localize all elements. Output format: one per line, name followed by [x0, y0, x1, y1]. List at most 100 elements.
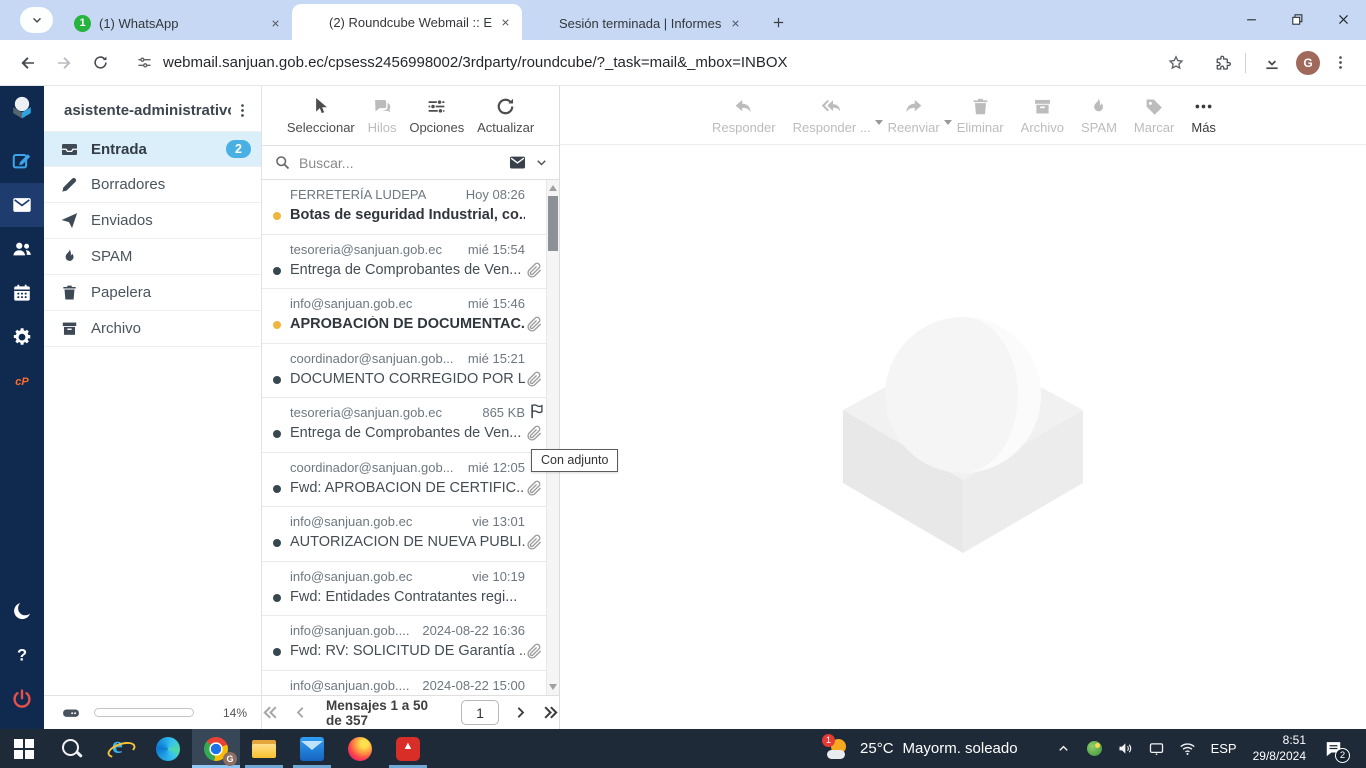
gear[interactable]	[0, 315, 44, 359]
page-number-input[interactable]	[461, 700, 499, 725]
clock[interactable]: 8:51 29/8/2024	[1248, 733, 1311, 764]
tab-close-icon[interactable]	[496, 13, 514, 31]
message-row[interactable]: info@sanjuan.gob.... 2024-08-22 15:00	[262, 671, 559, 696]
extensions-icon[interactable]	[1207, 47, 1239, 79]
firefox[interactable]	[336, 729, 384, 768]
search-scope-icon[interactable]	[508, 153, 527, 172]
cursor[interactable]: Seleccionar	[287, 96, 355, 135]
edge[interactable]	[144, 729, 192, 768]
scroll-down-icon[interactable]	[549, 684, 557, 690]
chrome[interactable]	[192, 729, 240, 768]
downloads-icon[interactable]	[1256, 47, 1288, 79]
list-scrollbar[interactable]	[546, 180, 559, 695]
forward[interactable]: Reenviar	[888, 96, 952, 135]
file-explorer[interactable]	[240, 729, 288, 768]
dropdown-caret-icon[interactable]	[943, 119, 952, 125]
folder-options-icon[interactable]	[231, 102, 253, 119]
reply-all[interactable]: Responder ...	[793, 96, 883, 135]
scrollbar-thumb[interactable]	[548, 196, 558, 251]
message-row[interactable]: info@sanjuan.gob.ec vie 13:01 AUTORIZACI…	[262, 507, 559, 562]
folder-item[interactable]: Entrada 2	[44, 131, 261, 167]
display-tray-icon[interactable]	[1145, 735, 1169, 763]
threads[interactable]: Hilos	[368, 96, 397, 135]
back-button[interactable]	[12, 47, 44, 79]
tab-search-button[interactable]	[20, 7, 53, 33]
volume-icon[interactable]	[1114, 735, 1138, 763]
mail[interactable]	[288, 729, 336, 768]
url-text[interactable]: webmail.sanjuan.gob.ec/cpsess2456998002/…	[163, 54, 1167, 71]
people[interactable]	[0, 227, 44, 271]
scroll-up-icon[interactable]	[549, 185, 557, 191]
start[interactable]	[0, 729, 48, 768]
trash[interactable]: Eliminar	[957, 96, 1004, 135]
message-row[interactable]: coordinador@sanjuan.gob... mié 15:21 DOC…	[262, 344, 559, 398]
antivirus-tray-icon[interactable]	[1083, 735, 1107, 763]
message-row[interactable]: info@sanjuan.gob.ec vie 10:19 Fwd: Entid…	[262, 562, 559, 616]
refresh[interactable]: Actualizar	[477, 96, 534, 135]
new-tab-button[interactable]	[764, 8, 792, 36]
folder-label: SPAM	[91, 248, 133, 265]
profile-avatar[interactable]: G	[1296, 50, 1320, 75]
message-date: mié 12:05	[467, 459, 525, 475]
message-row[interactable]: coordinador@sanjuan.gob... mié 12:05 Fwd…	[262, 453, 559, 507]
browser-tab[interactable]: 1 (1) WhatsApp	[62, 6, 292, 40]
forward-button[interactable]	[48, 47, 80, 79]
acrobat[interactable]	[384, 729, 432, 768]
tab-favicon-badge: 1	[79, 16, 86, 29]
internet-explorer[interactable]	[96, 729, 144, 768]
roundcube-logo-icon[interactable]	[9, 95, 35, 121]
calendar[interactable]	[0, 271, 44, 315]
folder-item[interactable]: Archivo	[44, 311, 261, 347]
message-row[interactable]: info@sanjuan.gob.... 2024-08-22 16:36 Fw…	[262, 616, 559, 671]
reply[interactable]: Responder	[712, 96, 776, 135]
compose[interactable]	[0, 139, 44, 183]
folder-item[interactable]: SPAM	[44, 239, 261, 275]
restore-button[interactable]	[1274, 0, 1320, 38]
search-input[interactable]	[299, 154, 508, 171]
list-toolbar: Seleccionar Hilos Opciones Actualizar	[262, 86, 559, 145]
message-row[interactable]: tesoreria@sanjuan.gob.ec 865 KB Entrega …	[262, 398, 559, 453]
browser-tab[interactable]: Sesión terminada | Informes Me	[522, 6, 752, 40]
folder-item[interactable]: Enviados	[44, 203, 261, 239]
language-indicator[interactable]: ESP	[1207, 741, 1241, 756]
tag[interactable]: Marcar	[1134, 96, 1174, 135]
sliders[interactable]: Opciones	[409, 96, 464, 135]
site-settings-icon[interactable]	[136, 54, 153, 71]
previous-page-button[interactable]	[293, 705, 308, 720]
power[interactable]	[0, 677, 44, 721]
message-row[interactable]: tesoreria@sanjuan.gob.ec mié 15:54 Entre…	[262, 235, 559, 289]
bookmark-star-icon[interactable]	[1167, 54, 1185, 72]
wifi-icon[interactable]	[1176, 735, 1200, 763]
minimize-button[interactable]	[1228, 0, 1274, 38]
browser-menu-icon[interactable]	[1324, 47, 1356, 79]
dots[interactable]: Más	[1191, 96, 1216, 135]
next-page-button[interactable]	[513, 705, 528, 720]
message-subject: Fwd: Entidades Contratantes regi...	[290, 588, 518, 605]
folder-item[interactable]: Papelera	[44, 275, 261, 311]
message-sender: tesoreria@sanjuan.gob.ec	[290, 405, 442, 420]
last-page-button[interactable]	[542, 704, 559, 721]
moon[interactable]	[0, 589, 44, 633]
browser-tab[interactable]: (2) Roundcube Webmail :: Entra	[292, 4, 522, 40]
reload-button[interactable]	[84, 47, 116, 79]
weather-widget[interactable]: 1 25°C Mayorm. soleado	[822, 729, 1018, 768]
tab-close-icon[interactable]	[266, 14, 284, 32]
search-options-chevron-icon[interactable]	[534, 155, 549, 170]
address-bar[interactable]: webmail.sanjuan.gob.ec/cpsess2456998002/…	[126, 46, 1195, 80]
message-row[interactable]: FERRETERÍA LUDEPA Hoy 08:26 Botas de seg…	[262, 180, 559, 235]
flame[interactable]: SPAM	[1081, 96, 1117, 135]
dropdown-caret-icon[interactable]	[874, 119, 883, 125]
message-row[interactable]: info@sanjuan.gob.ec mié 15:46 APROBACIÓN…	[262, 289, 559, 344]
folder-item[interactable]: Borradores	[44, 167, 261, 203]
envelope[interactable]	[0, 183, 44, 227]
close-button[interactable]	[1320, 0, 1366, 38]
app-rail	[0, 86, 44, 729]
notification-center-icon[interactable]: 2	[1318, 735, 1350, 763]
archive[interactable]: Archivo	[1021, 96, 1064, 135]
help[interactable]	[0, 633, 44, 677]
cpanel[interactable]	[0, 359, 44, 403]
tray-expand-icon[interactable]	[1052, 735, 1076, 763]
first-page-button[interactable]	[262, 704, 279, 721]
tab-close-icon[interactable]	[726, 14, 744, 32]
search[interactable]	[48, 729, 96, 768]
